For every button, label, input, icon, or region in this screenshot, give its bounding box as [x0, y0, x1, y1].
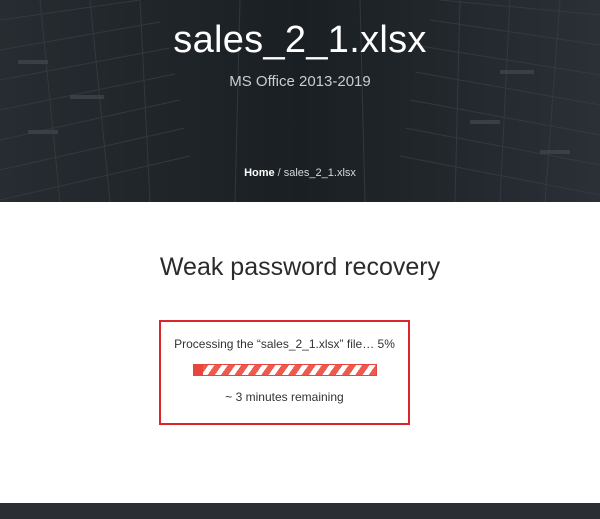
progress-bar-stripes — [194, 365, 376, 375]
file-format-subtitle: MS Office 2013-2019 — [229, 73, 371, 90]
breadcrumb-home-link[interactable]: Home — [244, 167, 275, 179]
time-remaining-text: ~ 3 minutes remaining — [225, 390, 344, 404]
page-title: sales_2_1.xlsx — [173, 19, 427, 61]
progress-panel: Processing the “sales_2_1.xlsx” file… 5%… — [159, 320, 410, 425]
hero-banner: sales_2_1.xlsx MS Office 2013-2019 Home /… — [0, 0, 600, 202]
section-heading: Weak password recovery — [159, 253, 441, 281]
progress-status-text: Processing the “sales_2_1.xlsx” file… 5% — [174, 337, 395, 351]
breadcrumb-separator: / — [277, 167, 281, 179]
progress-bar — [193, 364, 377, 376]
page-footer — [0, 503, 600, 519]
breadcrumb-current: sales_2_1.xlsx — [283, 167, 356, 179]
breadcrumb: Home / sales_2_1.xlsx — [0, 166, 600, 180]
progress-bar-fill — [194, 365, 204, 375]
